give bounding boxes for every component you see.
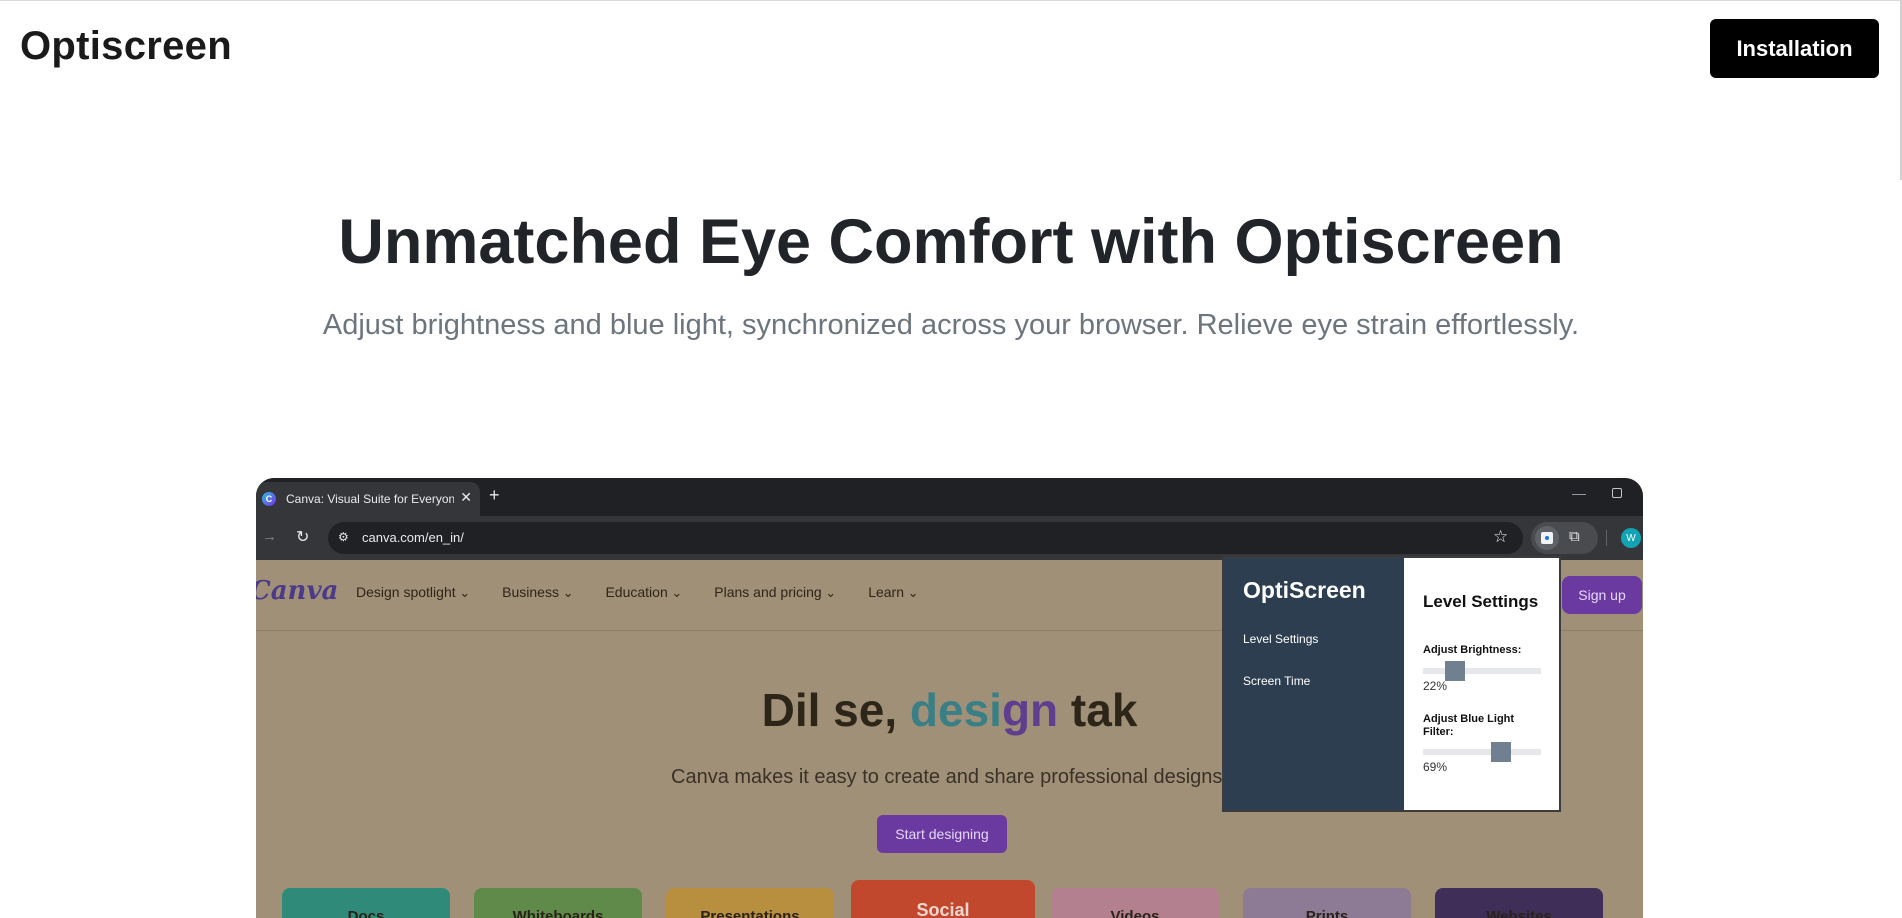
forward-arrow-icon: → [262,528,277,545]
canva-card-docs: Docs [282,888,450,918]
minimize-icon: — [1572,485,1586,501]
canva-headline-part: Dil se, [761,684,910,736]
restore-icon [1612,488,1622,498]
canva-start-designing-button: Start designing [877,815,1007,853]
address-url: canva.com/en_in/ [362,530,464,545]
address-bar: ⚙ canva.com/en_in/ ☆ [328,522,1523,554]
popup-brand: OptiScreen [1243,577,1366,603]
browser-tab-title: Canva: Visual Suite for Everyone [286,492,454,506]
site-header: Optiscreen Installation [0,0,1902,96]
extensions-area: ⧉ [1531,522,1598,554]
brightness-slider[interactable] [1423,661,1541,681]
canva-nav-item: Plans and pricing [714,584,836,601]
close-icon: ✕ [460,489,472,505]
site-logo[interactable]: Optiscreen [20,24,232,69]
canva-headline-part: tak [1058,684,1138,736]
canva-nav-item: Business [502,584,573,601]
browser-titlebar: C Canva: Visual Suite for Everyone ✕ + — [256,478,1643,516]
canva-card-websites: Websites [1435,888,1603,918]
level-settings-heading: Level Settings [1423,592,1539,611]
optiscreen-extension-icon [1535,526,1559,550]
brightness-label: Adjust Brightness: [1423,644,1522,656]
hero-title: Unmatched Eye Comfort with Optiscreen [338,207,1564,277]
brightness-slider-thumb[interactable] [1445,661,1465,681]
canva-headline-highlight: gn [1001,684,1059,736]
star-icon: ☆ [1493,527,1509,546]
site-settings-icon: ⚙ [338,530,349,544]
reload-icon: ↻ [296,529,310,546]
blue-light-slider-thumb[interactable] [1491,742,1511,762]
canva-signup-button: Sign up [1562,576,1642,614]
canva-category-cards: Docs Whiteboards Presentations Social Videos… [256,880,1643,918]
canva-headline-highlight: desi [909,684,1002,736]
canva-nav-item: Design spotlight [356,584,470,601]
menu-level-settings[interactable]: Level Settings [1243,632,1318,646]
canva-nav-item: Education [605,584,682,601]
browser-toolbar: → ↻ ⚙ canva.com/en_in/ ☆ ⧉ W [256,516,1643,560]
blue-light-label: Adjust Blue Light Filter: [1423,713,1515,738]
menu-screen-time[interactable]: Screen Time [1243,674,1310,688]
canva-nav-item: Learn [868,584,918,601]
canva-card-videos: Videos [1051,888,1219,918]
profile-avatar: W [1621,528,1641,548]
browser-tab: C Canva: Visual Suite for Everyone ✕ [256,482,480,516]
canva-card-social: Social [851,880,1035,918]
canva-nav: Design spotlight Business Education Plan… [356,584,951,601]
popup-sidebar: OptiScreen Level Settings Screen Time [1224,558,1404,810]
blue-light-value: 69% [1423,760,1448,774]
canva-favicon-icon: C [262,492,276,506]
canva-card-presentations: Presentations [666,888,834,918]
popup-main: Level Settings Adjust Brightness: 22% Ad… [1404,558,1559,810]
hero-subtitle: Adjust brightness and blue light, synchr… [322,309,1580,341]
optiscreen-popup: OptiScreen Level Settings Screen Time Le… [1222,556,1561,812]
puzzle-icon: ⧉ [1569,528,1580,545]
installation-button[interactable]: Installation [1710,19,1879,78]
plus-icon: + [489,485,500,505]
blue-light-slider[interactable] [1423,742,1541,762]
brightness-value: 22% [1423,679,1448,693]
toolbar-divider [1606,530,1607,546]
canva-logo: Canva [256,576,339,606]
canva-card-prints: Prints [1243,888,1411,918]
canva-card-whiteboards: Whiteboards [474,888,642,918]
